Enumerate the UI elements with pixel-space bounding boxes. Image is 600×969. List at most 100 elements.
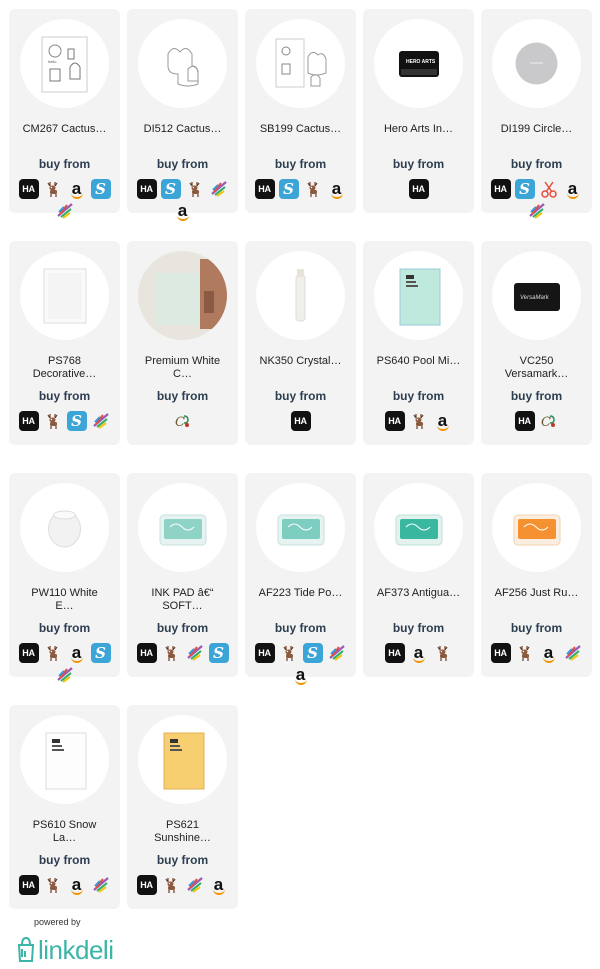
product-name[interactable]: DI512 Cactus…	[131, 123, 234, 136]
amazon-shop-icon[interactable]: a	[327, 179, 347, 199]
product-name[interactable]: INK PAD â€“ SOFT…	[131, 587, 234, 613]
product-card[interactable]: INK PAD â€“ SOFT… buy from HA S	[127, 473, 238, 677]
product-image[interactable]: hello	[20, 19, 109, 108]
product-card[interactable]: NK350 Crystal… buy from HA	[245, 241, 356, 445]
amazon-shop-icon[interactable]: a	[409, 643, 429, 663]
colorful-bird-shop-icon[interactable]	[185, 875, 205, 895]
product-card[interactable]: AF223 Tide Po… buy from HA Sa	[245, 473, 356, 685]
product-image[interactable]: VersaMark	[492, 251, 581, 340]
hero-arts-shop-icon[interactable]: HA	[136, 643, 157, 663]
deer-shop-icon[interactable]	[43, 411, 63, 431]
colorful-bird-shop-icon[interactable]	[55, 201, 75, 221]
amazon-shop-icon[interactable]: a	[563, 179, 583, 199]
product-card[interactable]: PS610 Snow La… buy from HA a	[9, 705, 120, 909]
product-card[interactable]: PS621 Sunshine… buy from HA a	[127, 705, 238, 909]
hero-arts-shop-icon[interactable]: HA	[254, 179, 275, 199]
product-image[interactable]	[256, 251, 345, 340]
product-card[interactable]: PS640 Pool Mi… buy from HA a	[363, 241, 474, 445]
deer-shop-icon[interactable]	[161, 875, 181, 895]
product-name[interactable]: Hero Arts In…	[367, 123, 470, 136]
scrapbook-shop-icon[interactable]: S	[208, 643, 229, 663]
colorful-bird-shop-icon[interactable]	[185, 643, 205, 663]
product-image[interactable]	[374, 483, 463, 572]
product-name[interactable]: PS621 Sunshine…	[131, 819, 234, 845]
product-name[interactable]: DI199 Circle…	[485, 123, 588, 136]
product-image[interactable]: HERO ARTS	[374, 19, 463, 108]
amazon-shop-icon[interactable]: a	[209, 875, 229, 895]
hero-arts-shop-icon[interactable]: HA	[290, 411, 311, 431]
scrapbook-shop-icon[interactable]: S	[514, 179, 535, 199]
hero-arts-shop-icon[interactable]: HA	[514, 411, 535, 431]
hero-arts-shop-icon[interactable]: HA	[136, 875, 157, 895]
scrapbook-shop-icon[interactable]: S	[90, 643, 111, 663]
hero-arts-shop-icon[interactable]: HA	[18, 875, 39, 895]
product-image[interactable]	[374, 251, 463, 340]
hero-arts-shop-icon[interactable]: HA	[136, 179, 157, 199]
product-name[interactable]: PS640 Pool Mi…	[367, 355, 470, 368]
product-name[interactable]: PS610 Snow La…	[13, 819, 116, 845]
product-card[interactable]: PS768 Decorative… buy from HA S	[9, 241, 120, 445]
cp-shop-icon[interactable]: C	[539, 411, 559, 431]
amazon-shop-icon[interactable]: a	[433, 411, 453, 431]
deer-shop-icon[interactable]	[515, 643, 535, 663]
product-card[interactable]: AF256 Just Ru… buy from HA a	[481, 473, 592, 677]
colorful-bird-shop-icon[interactable]	[327, 643, 347, 663]
product-name[interactable]: NK350 Crystal…	[249, 355, 352, 368]
scrapbook-shop-icon[interactable]: S	[66, 411, 87, 431]
hero-arts-shop-icon[interactable]: HA	[254, 643, 275, 663]
product-name[interactable]: PW110 White E…	[13, 587, 116, 613]
scrapbook-shop-icon[interactable]: S	[278, 179, 299, 199]
colorful-bird-shop-icon[interactable]	[563, 643, 583, 663]
deer-shop-icon[interactable]	[303, 179, 323, 199]
product-card[interactable]: HERO ARTS Hero Arts In… buy from HA	[363, 9, 474, 213]
colorful-bird-shop-icon[interactable]	[91, 411, 111, 431]
product-image[interactable]	[138, 715, 227, 804]
product-card[interactable]: hello CM267 Cactus… buy from HA a S	[9, 9, 120, 219]
amazon-shop-icon[interactable]: a	[173, 201, 193, 221]
product-card[interactable]: Premium White C… buy from C	[127, 241, 238, 445]
product-name[interactable]: CM267 Cactus…	[13, 123, 116, 136]
amazon-shop-icon[interactable]: a	[67, 875, 87, 895]
product-card[interactable]: DI199 Circle… buy from HA Sa	[481, 9, 592, 219]
product-card[interactable]: AF373 Antigua… buy from HA a	[363, 473, 474, 677]
product-card[interactable]: DI512 Cactus… buy from HA Sa	[127, 9, 238, 221]
colorful-bird-shop-icon[interactable]	[55, 665, 75, 685]
cp-shop-icon[interactable]: C	[173, 411, 193, 431]
colorful-bird-shop-icon[interactable]	[209, 179, 229, 199]
product-image[interactable]	[138, 251, 227, 340]
product-name[interactable]: SB199 Cactus…	[249, 123, 352, 136]
hero-arts-shop-icon[interactable]: HA	[18, 179, 39, 199]
product-card[interactable]: PW110 White E… buy from HA a S	[9, 473, 120, 683]
hero-arts-shop-icon[interactable]: HA	[490, 643, 511, 663]
deer-shop-icon[interactable]	[161, 643, 181, 663]
product-name[interactable]: AF223 Tide Po…	[249, 587, 352, 600]
scissors-shop-icon[interactable]	[539, 179, 559, 199]
colorful-bird-shop-icon[interactable]	[527, 201, 547, 221]
product-image[interactable]	[256, 19, 345, 108]
product-image[interactable]	[256, 483, 345, 572]
product-image[interactable]	[138, 19, 227, 108]
hero-arts-shop-icon[interactable]: HA	[490, 179, 511, 199]
deer-shop-icon[interactable]	[409, 411, 429, 431]
product-card[interactable]: SB199 Cactus… buy from HA Sa	[245, 9, 356, 213]
deer-shop-icon[interactable]	[43, 875, 63, 895]
product-image[interactable]	[138, 483, 227, 572]
scrapbook-shop-icon[interactable]: S	[302, 643, 323, 663]
deer-shop-icon[interactable]	[43, 179, 63, 199]
product-name[interactable]: AF373 Antigua…	[367, 587, 470, 600]
deer-shop-icon[interactable]	[43, 643, 63, 663]
hero-arts-shop-icon[interactable]: HA	[384, 411, 405, 431]
hero-arts-shop-icon[interactable]: HA	[384, 643, 405, 663]
product-name[interactable]: AF256 Just Ru…	[485, 587, 588, 600]
deer-shop-icon[interactable]	[185, 179, 205, 199]
amazon-shop-icon[interactable]: a	[539, 643, 559, 663]
product-image[interactable]	[20, 251, 109, 340]
hero-arts-shop-icon[interactable]: HA	[18, 411, 39, 431]
deer-shop-icon[interactable]	[279, 643, 299, 663]
product-image[interactable]	[20, 715, 109, 804]
product-name[interactable]: PS768 Decorative…	[13, 355, 116, 381]
product-name[interactable]: VC250 Versamark…	[485, 355, 588, 381]
amazon-shop-icon[interactable]: a	[291, 665, 311, 685]
product-image[interactable]	[492, 483, 581, 572]
product-card[interactable]: VersaMark VC250 Versamark… buy from HA C	[481, 241, 592, 445]
